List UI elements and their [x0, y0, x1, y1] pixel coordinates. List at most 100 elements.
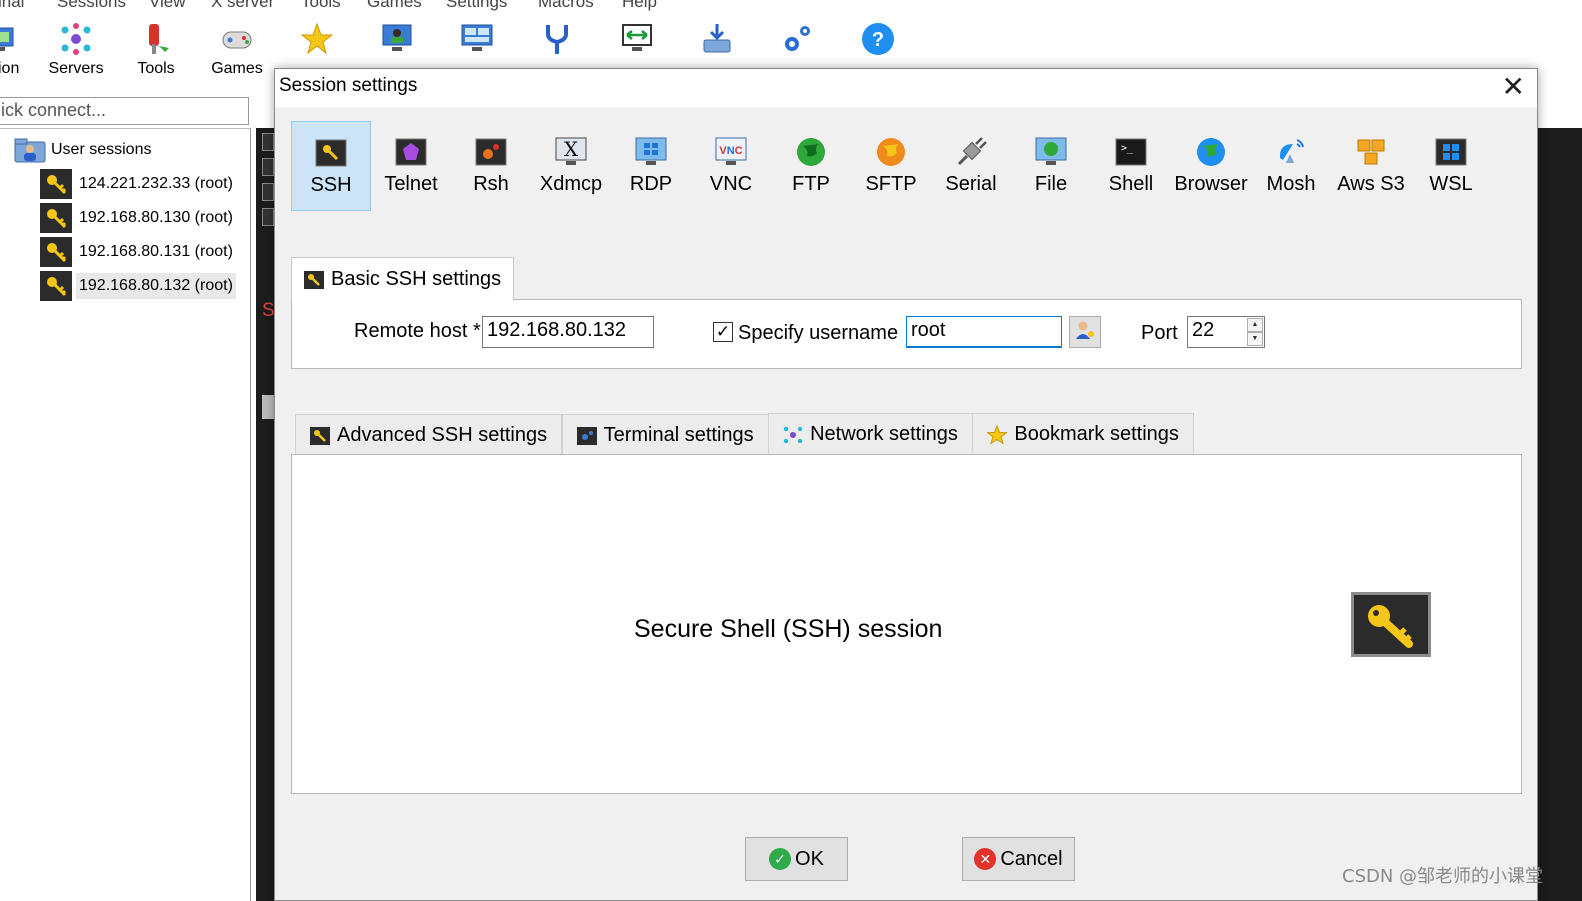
user-sessions-folder[interactable]: User sessions [14, 137, 151, 163]
star-icon [300, 22, 334, 56]
toolbar-label: Games [211, 60, 263, 77]
browser-globe-icon [1194, 135, 1228, 169]
tab-label: Network settings [810, 423, 958, 445]
toolbar-tools-button[interactable]: Tools [116, 22, 196, 78]
session-type-mosh[interactable]: Mosh [1251, 121, 1331, 211]
svg-text:X: X [564, 137, 579, 161]
session-item[interactable]: 192.168.80.131 (root) [40, 237, 236, 267]
basic-settings-panel: Remote host * 192.168.80.132 ✓ Specify u… [291, 299, 1522, 369]
username-input[interactable]: root [906, 316, 1062, 348]
tab-basic-ssh-settings[interactable]: Basic SSH settings [291, 257, 515, 301]
toolbar-sessions-button[interactable] [277, 22, 357, 60]
session-type-serial[interactable]: Serial [931, 121, 1011, 211]
session-type-vnc[interactable]: VNC VNC [691, 121, 771, 211]
toolbar-games-button[interactable]: Games [197, 22, 277, 78]
session-type-rsh[interactable]: Rsh [451, 121, 531, 211]
menu-help[interactable]: Help [622, 0, 657, 12]
gears-icon [780, 22, 814, 56]
svg-text:VNC: VNC [719, 145, 742, 157]
terminal-tab[interactable] [262, 158, 274, 176]
svg-text:?: ? [872, 29, 884, 51]
remote-host-input[interactable]: 192.168.80.132 [482, 316, 654, 348]
session-item[interactable]: 124.221.232.33 (root) [40, 169, 236, 199]
toolbar-split-button[interactable] [437, 22, 517, 60]
session-type-browser[interactable]: Browser [1171, 121, 1251, 211]
port-stepper[interactable]: ▲ ▼ [1247, 318, 1263, 346]
menu-terminal[interactable]: inal [0, 0, 24, 12]
ok-label: OK [795, 847, 824, 870]
menu-settings[interactable]: Settings [446, 0, 507, 12]
help-icon: ? [861, 22, 895, 56]
aws-cubes-icon [1354, 135, 1388, 169]
remote-host-label: Remote host * [354, 320, 481, 342]
toolbar-help-button[interactable]: ? [838, 22, 918, 60]
toolbar-multiexec-button[interactable] [517, 22, 597, 60]
specify-username-checkbox[interactable]: ✓ [713, 322, 733, 342]
download-icon [700, 22, 734, 56]
tab-bookmark-settings[interactable]: Bookmark settings [972, 413, 1194, 455]
toolbar-label: Servers [48, 60, 104, 77]
session-type-aws-s3[interactable]: Aws S3 [1331, 121, 1411, 211]
session-description: Secure Shell (SSH) session [634, 615, 943, 643]
terminal-text: S [262, 300, 275, 321]
menu-games[interactable]: Games [367, 0, 422, 12]
session-type-file[interactable]: File [1011, 121, 1091, 211]
terminal-tab[interactable] [262, 208, 274, 226]
terminal-tab[interactable] [262, 133, 274, 151]
toolbar-servers-button[interactable]: Servers [36, 22, 116, 78]
tab-label: Basic SSH settings [331, 268, 502, 290]
session-type-shell[interactable]: >_ Shell [1091, 121, 1171, 211]
toolbar-view-button[interactable] [357, 22, 437, 60]
windows-icon [1434, 135, 1468, 169]
session-type-label: VNC [709, 173, 753, 195]
toolbar-packages-button[interactable] [677, 22, 757, 60]
session-type-label: File [1034, 173, 1068, 195]
session-item-selected[interactable]: 192.168.80.132 (root) [40, 271, 236, 301]
session-type-sftp[interactable]: SFTP [851, 121, 931, 211]
close-circle-icon: ✕ [974, 848, 997, 870]
terminal-scrollbar[interactable] [262, 395, 274, 419]
user-picker-button[interactable] [1069, 316, 1101, 348]
toolbar-settings-button[interactable] [757, 22, 837, 60]
terminal-tab[interactable] [262, 183, 274, 201]
toolbar-tunneling-button[interactable] [597, 22, 677, 60]
session-type-label: RDP [629, 173, 673, 195]
serial-plug-icon [954, 135, 988, 169]
key-icon [40, 169, 72, 199]
ok-button[interactable]: ✓ OK [745, 837, 848, 881]
session-type-label: Xdmcp [539, 173, 603, 195]
cancel-button[interactable]: ✕ Cancel [962, 837, 1075, 881]
session-type-xdmcp[interactable]: X Xdmcp [531, 121, 611, 211]
toolbar-session-button[interactable]: ion [0, 22, 40, 78]
file-monitor-icon [1034, 135, 1068, 169]
menubar: inal Sessions View X server Tools Games … [0, 0, 1582, 14]
menu-sessions[interactable]: Sessions [57, 0, 126, 12]
terminal-icon [576, 426, 597, 445]
menu-macros[interactable]: Macros [538, 0, 594, 12]
ftp-globe-icon [794, 135, 828, 169]
session-item[interactable]: 192.168.80.130 (root) [40, 203, 236, 233]
session-type-wsl[interactable]: WSL [1411, 121, 1491, 211]
session-type-label: SFTP [865, 173, 917, 195]
menu-view[interactable]: View [149, 0, 186, 12]
tab-advanced-ssh-settings[interactable]: Advanced SSH settings [295, 414, 563, 456]
tab-terminal-settings[interactable]: Terminal settings [561, 414, 769, 456]
cancel-label: Cancel [1000, 847, 1063, 870]
menu-tools[interactable]: Tools [301, 0, 341, 12]
tab-label: Advanced SSH settings [337, 424, 548, 446]
vnc-icon: VNC [714, 135, 748, 169]
session-type-ftp[interactable]: FTP [771, 121, 851, 211]
menu-xserver[interactable]: X server [211, 0, 274, 12]
session-type-telnet[interactable]: Telnet [371, 121, 451, 211]
session-type-rdp[interactable]: RDP [611, 121, 691, 211]
dialog-titlebar[interactable] [275, 69, 1537, 107]
chevron-down-icon[interactable]: ▼ [1247, 332, 1263, 346]
sftp-globe-icon [874, 135, 908, 169]
tab-network-settings[interactable]: Network settings [768, 413, 973, 455]
quick-connect-input[interactable]: ick connect... [0, 97, 249, 125]
chevron-up-icon[interactable]: ▲ [1247, 318, 1263, 332]
close-icon[interactable]: ✕ [1502, 71, 1525, 103]
session-type-label: Shell [1108, 173, 1154, 195]
session-icon [0, 22, 17, 56]
session-type-ssh[interactable]: SSH [291, 121, 371, 211]
